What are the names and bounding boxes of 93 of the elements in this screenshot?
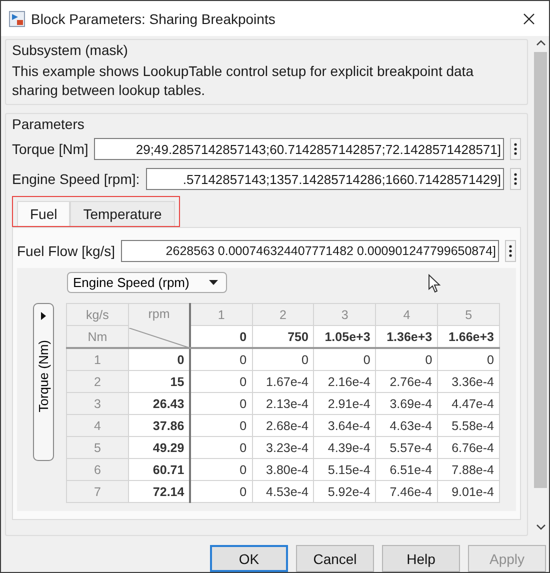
breakpoint-cell: 750: [252, 326, 314, 348]
table-cell: 0: [314, 348, 376, 370]
scroll-up-icon[interactable]: [536, 40, 546, 46]
row-index: 1: [66, 348, 128, 370]
input-field[interactable]: .57142857143;1357.14285714286;1660.71428571429]: [146, 168, 504, 190]
column-index: 2: [252, 304, 314, 326]
scroll-thumb[interactable]: [534, 52, 547, 488]
table-cell: 1.67e-4: [252, 370, 314, 392]
group-heading: Subsystem (mask): [12, 41, 129, 60]
dialog-button[interactable]: Help: [382, 545, 460, 572]
block-icon: [9, 10, 25, 26]
table-cell: 0: [190, 414, 252, 436]
more-icon: [509, 245, 512, 257]
more-button[interactable]: [505, 240, 516, 262]
field-label: Torque [Nm]: [12, 141, 88, 157]
caret-icon: [209, 280, 218, 285]
group-heading: Parameters: [12, 115, 86, 134]
column-index: 4: [376, 304, 438, 326]
expand-icon: [40, 312, 46, 320]
table-cell: 0: [190, 480, 252, 502]
column-index: 5: [438, 304, 500, 326]
description-text: This example shows LookupTable control setup for explicit breakpoint data sharing between lookup tables.: [12, 62, 474, 100]
field-label: Engine Speed [rpm]:: [12, 171, 140, 187]
table-cell: 0: [376, 348, 438, 370]
unit-label: rpm: [148, 307, 170, 321]
row-index: 5: [66, 436, 128, 458]
dialog-button[interactable]: Cancel: [296, 545, 374, 572]
table-cell: 5.57e-4: [376, 436, 438, 458]
row-index: 2: [66, 370, 128, 392]
table-cell: 0: [190, 348, 252, 370]
breakpoint-cell: 37.86: [128, 414, 190, 436]
more-icon: [514, 173, 517, 185]
dimension-dropdown[interactable]: Engine Speed (rpm): [67, 272, 227, 293]
table-cell: 0: [438, 348, 500, 370]
scroll-down-icon[interactable]: [536, 524, 546, 530]
table-cell: 2.76e-4: [376, 370, 438, 392]
table-cell: 0: [190, 458, 252, 480]
table-cell: 2.91e-4: [314, 392, 376, 414]
column-index: 3: [314, 304, 376, 326]
window-title: Block Parameters: Sharing Breakpoints: [31, 10, 276, 26]
row-index: 7: [66, 480, 128, 502]
table-cell: 2.68e-4: [252, 414, 314, 436]
table-cell: kg/s: [66, 304, 128, 326]
breakpoint-cell: 15: [128, 370, 190, 392]
breakpoint-cell: 1.36e+3: [376, 326, 438, 348]
pointer-icon: [428, 274, 441, 293]
input-field[interactable]: 2628563 0.000746324407771482 0.000901247799650874]: [121, 240, 499, 262]
table-cell: 7.88e-4: [438, 458, 500, 480]
input-field[interactable]: 29;49.2857142857143;60.7142857142857;72.1428571428571]: [94, 138, 504, 160]
breakpoint-cell: 1.05e+3: [314, 326, 376, 348]
table-cell: 0: [190, 436, 252, 458]
more-icon: [514, 143, 517, 155]
table-cell: 0: [252, 348, 314, 370]
table-cell: 2.13e-4: [252, 392, 314, 414]
more-button[interactable]: [510, 138, 521, 160]
table-cell: 4.53e-4: [252, 480, 314, 502]
table-cell: 4.39e-4: [314, 436, 376, 458]
breakpoint-cell: 1.66e+3: [438, 326, 500, 348]
table-cell: 3.80e-4: [252, 458, 314, 480]
more-button[interactable]: [510, 168, 521, 190]
table-cell: 4.63e-4: [376, 414, 438, 436]
table-cell: 5.15e-4: [314, 458, 376, 480]
table-cell: 3.36e-4: [438, 370, 500, 392]
dialog-button[interactable]: OK: [210, 545, 288, 572]
table-cell: Nm: [66, 326, 128, 348]
table-cell: 9.01e-4: [438, 480, 500, 502]
breakpoint-cell: 0: [128, 348, 190, 370]
field-label: Fuel Flow [kg/s]: [17, 243, 116, 259]
breakpoint-cell: 49.29: [128, 436, 190, 458]
table-cell: 3.23e-4: [252, 436, 314, 458]
breakpoint-cell: 60.71: [128, 458, 190, 480]
tab[interactable]: Temperature: [70, 201, 175, 226]
table-cell: 5.58e-4: [438, 414, 500, 436]
table-cell: 2.16e-4: [314, 370, 376, 392]
table-cell: 5.92e-4: [314, 480, 376, 502]
axis-toggle-button[interactable]: Torque (Nm): [33, 303, 54, 461]
breakpoint-cell: 26.43: [128, 392, 190, 414]
breakpoint-cell: 0: [190, 326, 252, 348]
table-cell: 0: [190, 370, 252, 392]
close-icon[interactable]: [523, 12, 535, 24]
row-index: 6: [66, 458, 128, 480]
column-index: 1: [190, 304, 252, 326]
table-cell: 6.51e-4: [376, 458, 438, 480]
table-cell: 6.76e-4: [438, 436, 500, 458]
row-index: 4: [66, 414, 128, 436]
table-cell: 7.46e-4: [376, 480, 438, 502]
table-cell: 0: [190, 392, 252, 414]
row-index: 3: [66, 392, 128, 414]
table-cell: 4.47e-4: [438, 392, 500, 414]
table-cell: 3.69e-4: [376, 392, 438, 414]
tab[interactable]: Fuel: [17, 201, 70, 226]
breakpoint-cell: 72.14: [128, 480, 190, 502]
table-cell: 3.64e-4: [314, 414, 376, 436]
